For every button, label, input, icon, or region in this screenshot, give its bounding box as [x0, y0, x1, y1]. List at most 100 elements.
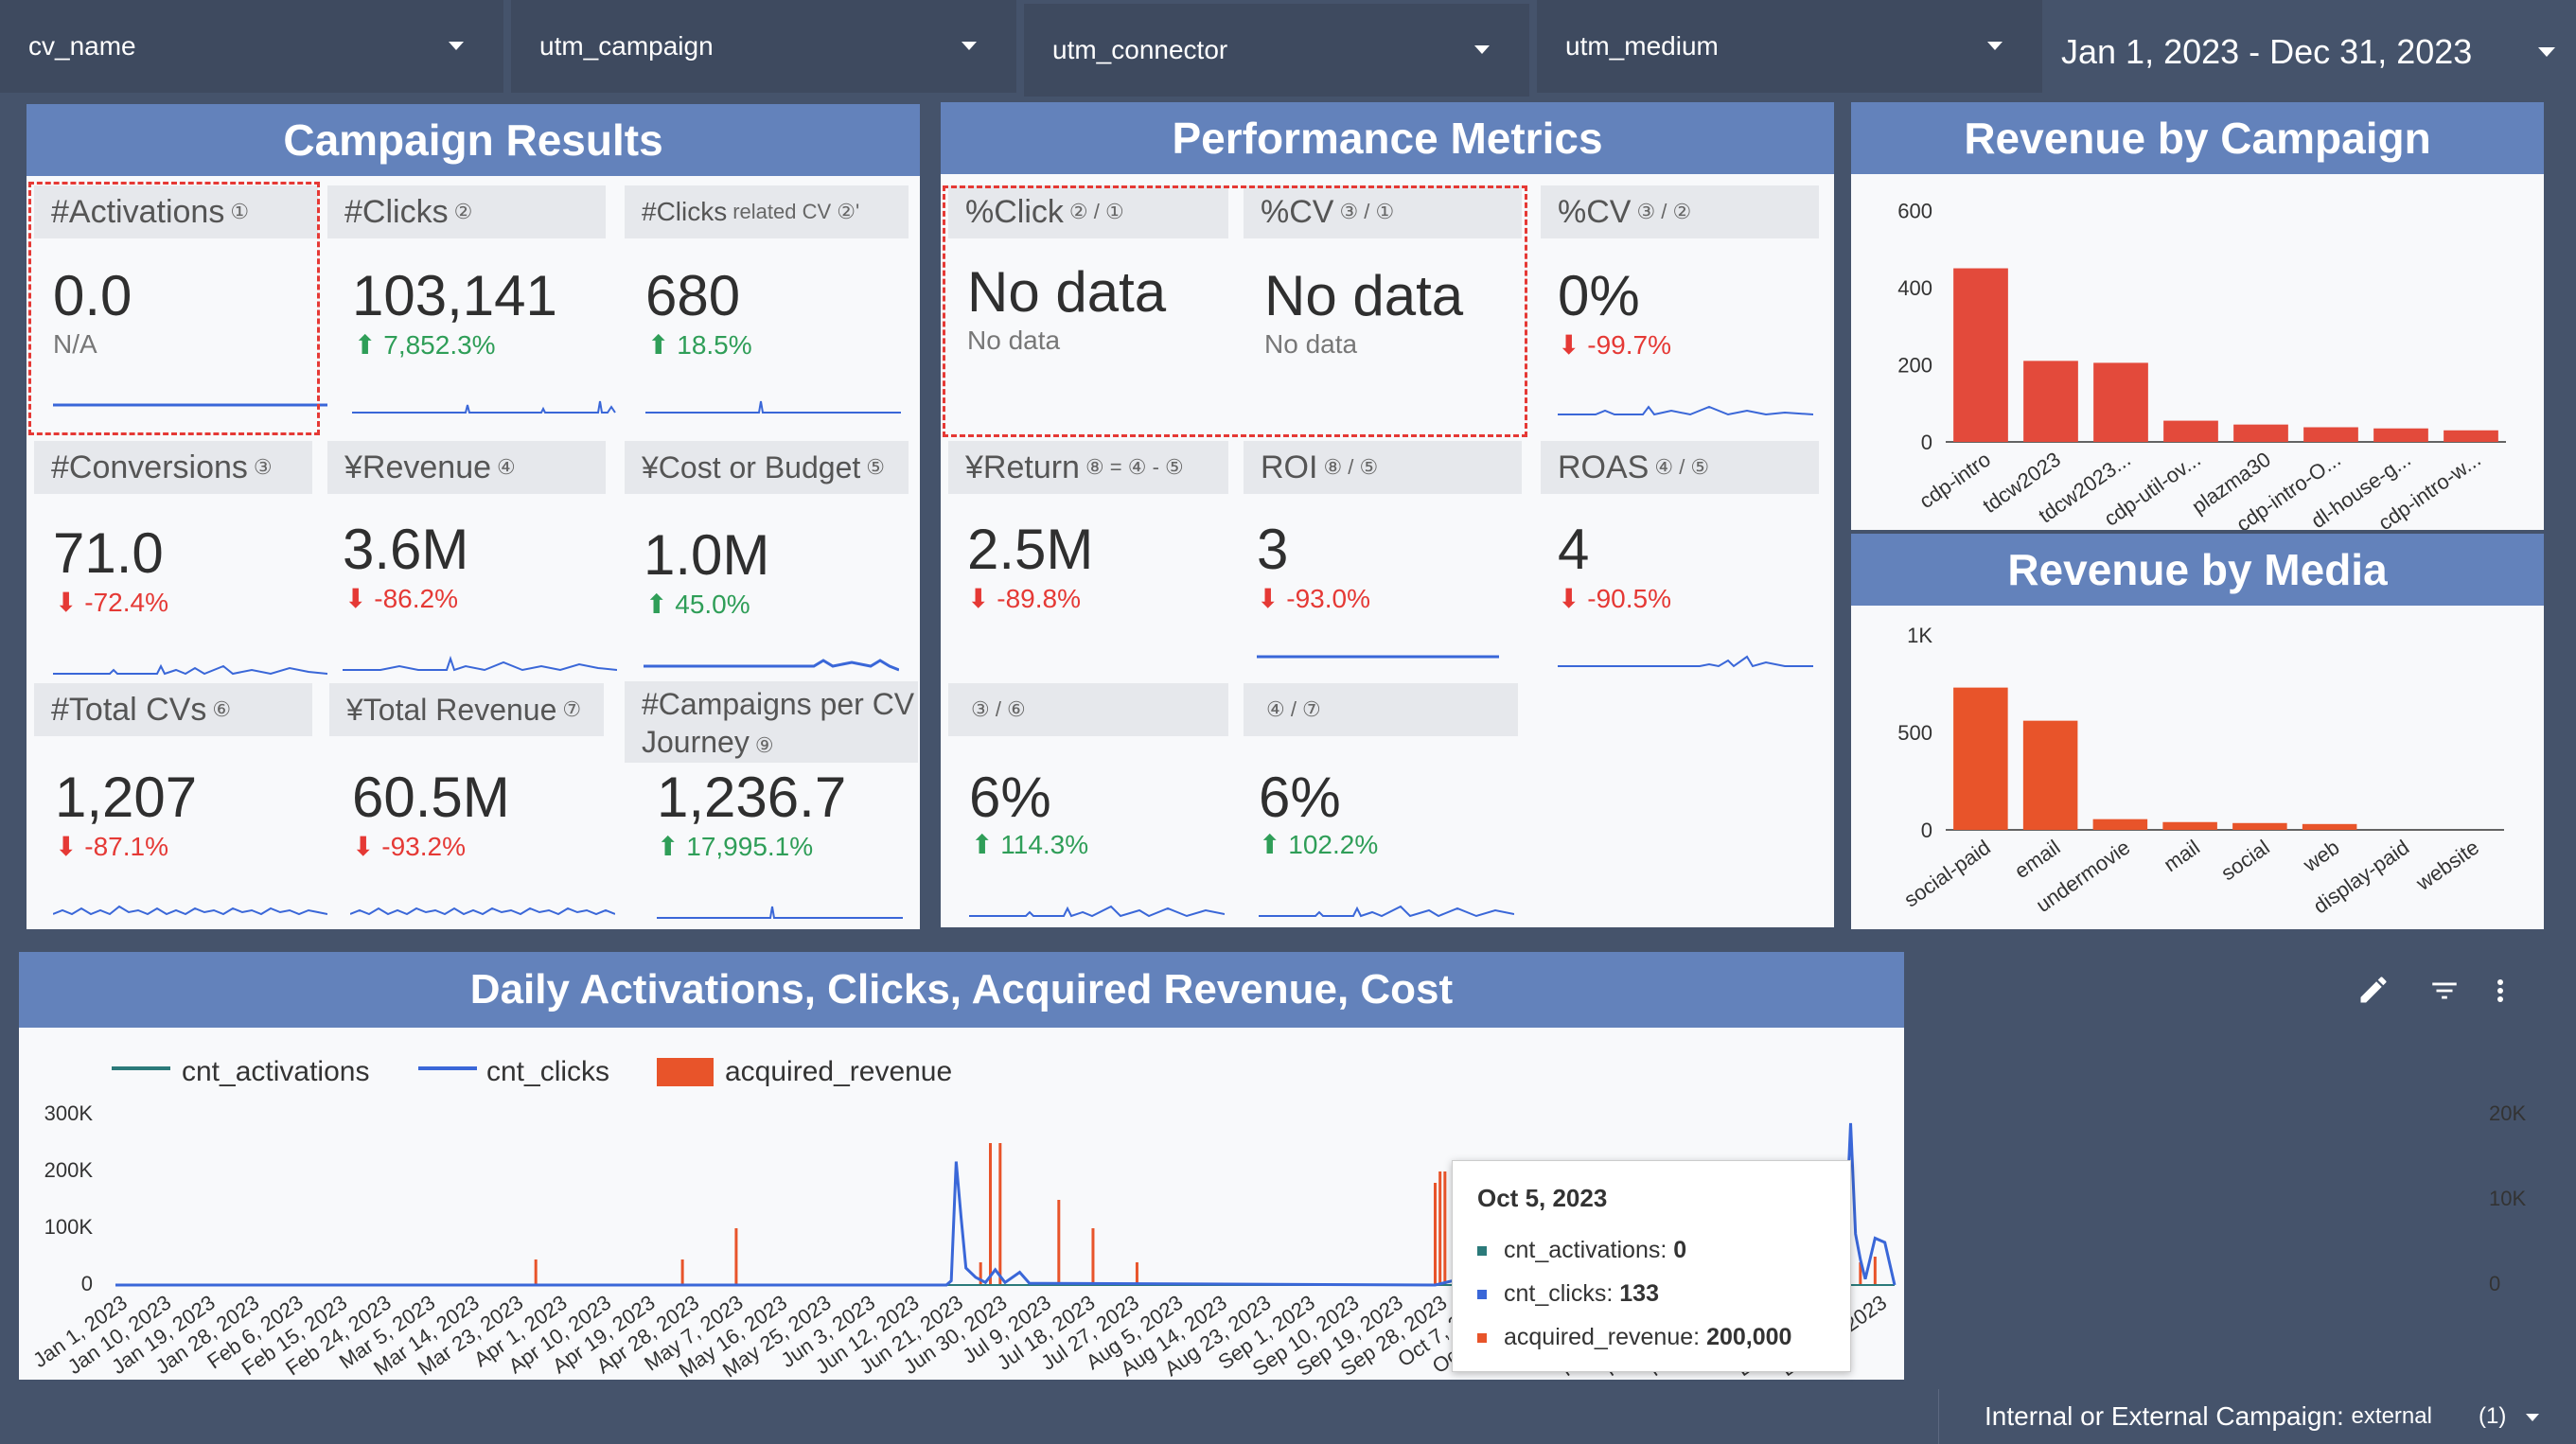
tile-label-sub: related CV ②'	[732, 200, 860, 223]
bar	[2303, 427, 2358, 442]
sparkline	[1257, 655, 1499, 659]
revenue-bar	[680, 1259, 684, 1285]
tile-label-sub: ⑨	[754, 733, 774, 757]
sparkline	[657, 906, 903, 919]
tile-clicks[interactable]: #Clicks ② 103,141 ⬆ 7,852.3%	[327, 185, 616, 433]
tile-delta-text: 18.5%	[677, 330, 752, 360]
tile-label-sub: ③ / ②	[1636, 200, 1692, 223]
bar	[2023, 361, 2078, 442]
filter-label: utm_campaign	[539, 31, 714, 61]
revenue-by-media-chart: 05001Ksocial-paid emailundermovie mail soci…	[1897, 624, 2504, 918]
tile-delta: ⬇ -87.1%	[55, 832, 168, 861]
campaign-type-count: (1)	[2479, 1403, 2507, 1429]
edit-icon[interactable]	[2356, 973, 2391, 1007]
tile-delta: ⬆ 18.5%	[647, 330, 752, 360]
tile-value: 71.0	[53, 521, 164, 585]
chart-tooltip: Oct 5, 2023 cnt_activations: 0 cnt_click…	[1452, 1160, 1851, 1372]
tile-label-text: #Clicks	[344, 193, 449, 230]
tile-label-sub: ④	[497, 455, 516, 479]
tile-value: 4	[1558, 518, 1590, 581]
tile-label-text: ¥Revenue	[344, 449, 492, 485]
tile-delta: ⬇ -99.7%	[1558, 330, 1671, 360]
sparkline	[644, 659, 899, 672]
y-tick-label: 0	[1921, 431, 1932, 454]
tile-value: 6%	[969, 766, 1051, 829]
tile-value: 1,236.7	[657, 766, 847, 829]
sparkline	[1558, 655, 1813, 668]
tile-revenue[interactable]: ¥Revenue ④ 3.6M ⬇ -86.2%	[327, 441, 617, 687]
tile-value: 3	[1257, 518, 1289, 581]
tile-label: #Clicks ②	[327, 185, 606, 238]
tile-label-sub: ②	[453, 200, 473, 223]
chevron-down-icon	[1474, 45, 1490, 54]
bar	[2162, 821, 2217, 830]
tile-cost-or-budget[interactable]: ¥Cost or Budget ⑤ 1.0M ⬆ 45.0%	[621, 441, 914, 687]
y-tick-label: 500	[1897, 721, 1932, 745]
more-vert-icon[interactable]	[2489, 975, 2512, 1007]
tile-delta: ⬇ -93.2%	[352, 832, 466, 861]
filter-utm-medium[interactable]: utm_medium	[1537, 0, 2042, 93]
tile-label-text: %CV	[1558, 193, 1632, 230]
tile-delta: ⬇ -90.5%	[1558, 584, 1671, 613]
tile-label-text: #Campaigns per CV Journey	[642, 687, 915, 759]
x-tick-label: website	[2411, 836, 2483, 896]
tile-delta-text: 45.0%	[675, 590, 750, 619]
sparkline	[343, 655, 617, 672]
tile-delta: ⬇ -86.2%	[344, 584, 458, 613]
legend-activations[interactable]: cnt_activations	[182, 1056, 369, 1088]
date-range-label: Jan 1, 2023 - Dec 31, 2023	[2061, 32, 2473, 71]
filter-utm-campaign[interactable]: utm_campaign	[511, 0, 1016, 93]
bar	[2232, 822, 2287, 830]
tile-label-sub: ⑦	[562, 697, 582, 721]
bar	[2163, 420, 2218, 442]
filter-label: utm_medium	[1565, 31, 1719, 61]
sparkline	[352, 400, 616, 414]
filter-icon[interactable]	[2428, 975, 2461, 1007]
tile-clicks-related-cv[interactable]: #Clicks related CV ②' 680 ⬆ 18.5%	[621, 185, 914, 433]
tile-delta-text: -89.8%	[997, 584, 1081, 613]
tile-total-cvs[interactable]: #Total CVs ⑥ 1,207 ⬇ -87.1%	[34, 683, 327, 929]
tile-roas[interactable]: ROAS ④ / ⑤ 4 ⬇ -90.5%	[1541, 441, 1825, 687]
tile-delta: ⬆ 114.3%	[971, 830, 1089, 859]
tile-label-sub: ③	[253, 455, 273, 479]
legend-revenue[interactable]: acquired_revenue	[725, 1056, 952, 1088]
bar	[2092, 819, 2148, 830]
legend-activations-swatch	[112, 1066, 170, 1070]
tile-cv-ratio[interactable]: ③ / ⑥ 6% ⬆ 114.3%	[948, 683, 1232, 929]
tile-delta: ⬇ -72.4%	[55, 588, 168, 617]
revenue-bar	[1443, 1171, 1447, 1285]
tile-value: 6%	[1259, 766, 1341, 829]
date-range-picker[interactable]: Jan 1, 2023 - Dec 31, 2023	[2044, 0, 2576, 104]
tile-campaigns-per-cv-journey[interactable]: #Campaigns per CV Journey ⑨ 1,236.7 ⬆ 17,…	[621, 681, 918, 929]
tile-conversions[interactable]: #Conversions ③ 71.0 ⬇ -72.4%	[34, 441, 327, 687]
revenue-bar	[1135, 1262, 1138, 1285]
tile-delta: ⬆ 45.0%	[645, 590, 750, 619]
x-tick-label: social	[2216, 836, 2273, 886]
tooltip-swatch	[1477, 1246, 1487, 1257]
tile-roi[interactable]: ROI ⑧ / ⑤ 3 ⬇ -93.0%	[1244, 441, 1527, 687]
tile-revenue-ratio[interactable]: ④ / ⑦ 6% ⬆ 102.2%	[1244, 683, 1527, 929]
tile-label-text: #Total CVs	[51, 691, 207, 728]
tile-delta-text: -93.2%	[381, 832, 466, 861]
tile-total-revenue[interactable]: ¥Total Revenue ⑦ 60.5M ⬇ -93.2%	[327, 683, 615, 929]
tooltip-swatch	[1477, 1333, 1487, 1344]
revenue-bar	[1434, 1183, 1438, 1285]
tile-delta: ⬇ -93.0%	[1257, 584, 1370, 613]
tile-delta-text: -90.5%	[1587, 584, 1671, 613]
tile-label: %CV ③ / ②	[1541, 185, 1819, 238]
campaign-type-filter[interactable]: Internal or External Campaign: external …	[1938, 1389, 2576, 1444]
bar	[1953, 268, 2008, 442]
tile-value: 1,207	[55, 766, 198, 829]
legend-clicks[interactable]: cnt_clicks	[486, 1056, 609, 1088]
tile-pct-cv-click[interactable]: %CV ③ / ② 0% ⬇ -99.7%	[1541, 185, 1825, 433]
sparkline	[1259, 905, 1514, 918]
tile-delta: ⬆ 17,995.1%	[657, 832, 814, 861]
tile-label: #Total CVs ⑥	[34, 683, 312, 736]
tile-delta-text: -72.4%	[84, 588, 168, 617]
tile-value: 103,141	[352, 264, 557, 327]
campaign-type-value: external	[2351, 1403, 2432, 1429]
filter-cv-name[interactable]: cv_name	[0, 0, 503, 93]
highlight-box	[943, 185, 1527, 437]
filter-utm-connector[interactable]: utm_connector	[1024, 4, 1529, 97]
tile-return[interactable]: ¥Return ⑧ = ④ - ⑤ 2.5M ⬇ -89.8%	[948, 441, 1232, 687]
